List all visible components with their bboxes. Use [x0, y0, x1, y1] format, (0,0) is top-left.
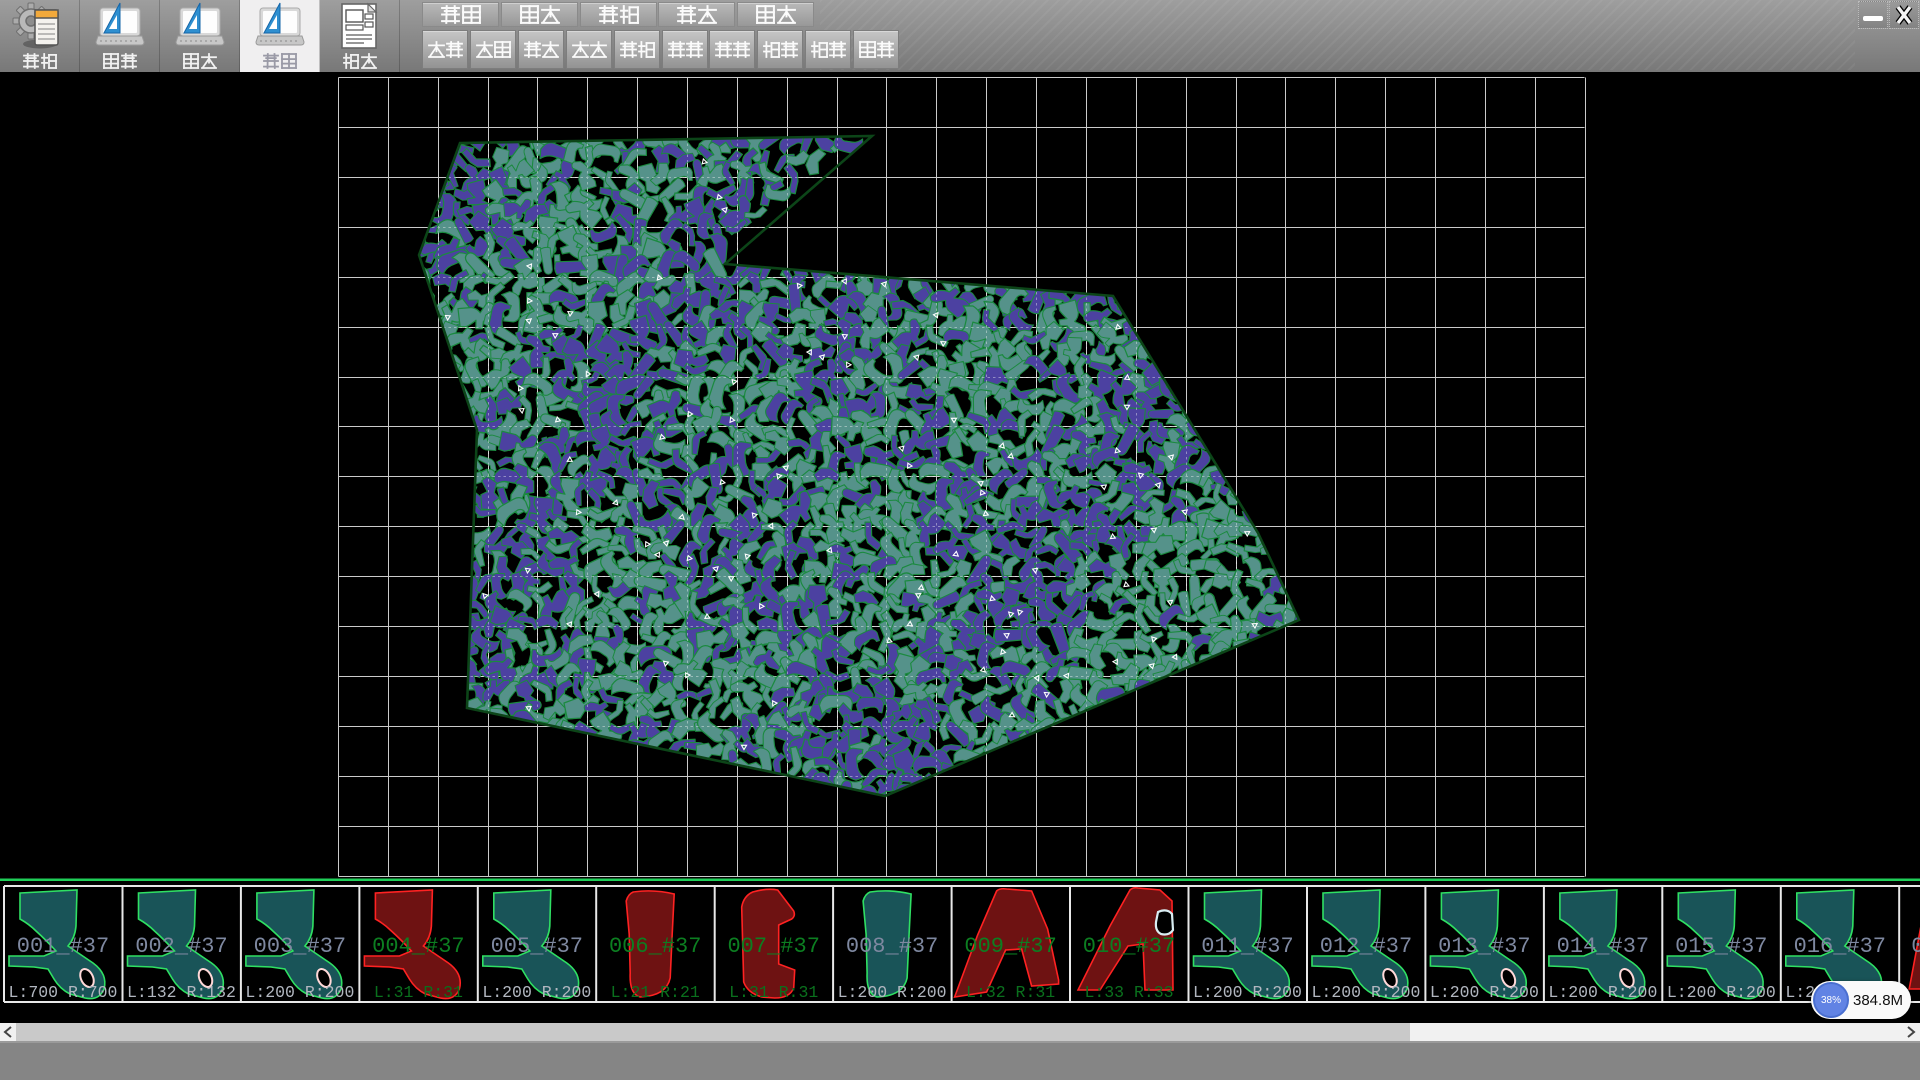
svg-text:L:700 R:700: L:700 R:700: [9, 983, 118, 1002]
svg-text:011_#37: 011_#37: [1201, 934, 1293, 959]
svg-text:003_#37: 003_#37: [254, 934, 346, 959]
svg-text:001_#37: 001_#37: [17, 934, 109, 959]
svg-text:005_#37: 005_#37: [491, 934, 583, 959]
svg-text:L:33 R:33: L:33 R:33: [1084, 983, 1173, 1002]
svg-text:010_#37: 010_#37: [1083, 934, 1175, 959]
svg-text:0: 0: [1911, 934, 1920, 959]
svg-text:L:132 R:132: L:132 R:132: [127, 983, 236, 1002]
svg-text:014_#37: 014_#37: [1557, 934, 1649, 959]
svg-text:L:200 R:200: L:200 R:200: [245, 983, 354, 1002]
svg-text:009_#37: 009_#37: [964, 934, 1056, 959]
svg-text:L:200 R:200: L:200 R:200: [838, 983, 947, 1002]
svg-text:006_#37: 006_#37: [609, 934, 701, 959]
svg-text:L:21 R:21: L:21 R:21: [611, 983, 700, 1002]
svg-text:004_#37: 004_#37: [372, 934, 464, 959]
svg-text:L:200 R:200: L:200 R:200: [1548, 983, 1657, 1002]
svg-text:L:32 R:31: L:32 R:31: [966, 983, 1055, 1002]
svg-text:008_#37: 008_#37: [846, 934, 938, 959]
svg-text:013_#37: 013_#37: [1438, 934, 1530, 959]
svg-text:007_#37: 007_#37: [727, 934, 819, 959]
svg-text:L:200 R:200: L:200 R:200: [1667, 983, 1776, 1002]
svg-text:L:200 R:200: L:200 R:200: [1430, 983, 1539, 1002]
svg-text:L:31 R:31: L:31 R:31: [729, 983, 818, 1002]
svg-text:L:31 R:31: L:31 R:31: [374, 983, 463, 1002]
svg-text:L:200 R:200: L:200 R:200: [1312, 983, 1421, 1002]
svg-text:L:200 R:200: L:200 R:200: [482, 983, 591, 1002]
svg-text:015_#37: 015_#37: [1675, 934, 1767, 959]
svg-text:L:200 R:200: L:200 R:200: [1193, 983, 1302, 1002]
svg-text:012_#37: 012_#37: [1320, 934, 1412, 959]
svg-text:016_#37: 016_#37: [1794, 934, 1886, 959]
svg-text:002_#37: 002_#37: [135, 934, 227, 959]
